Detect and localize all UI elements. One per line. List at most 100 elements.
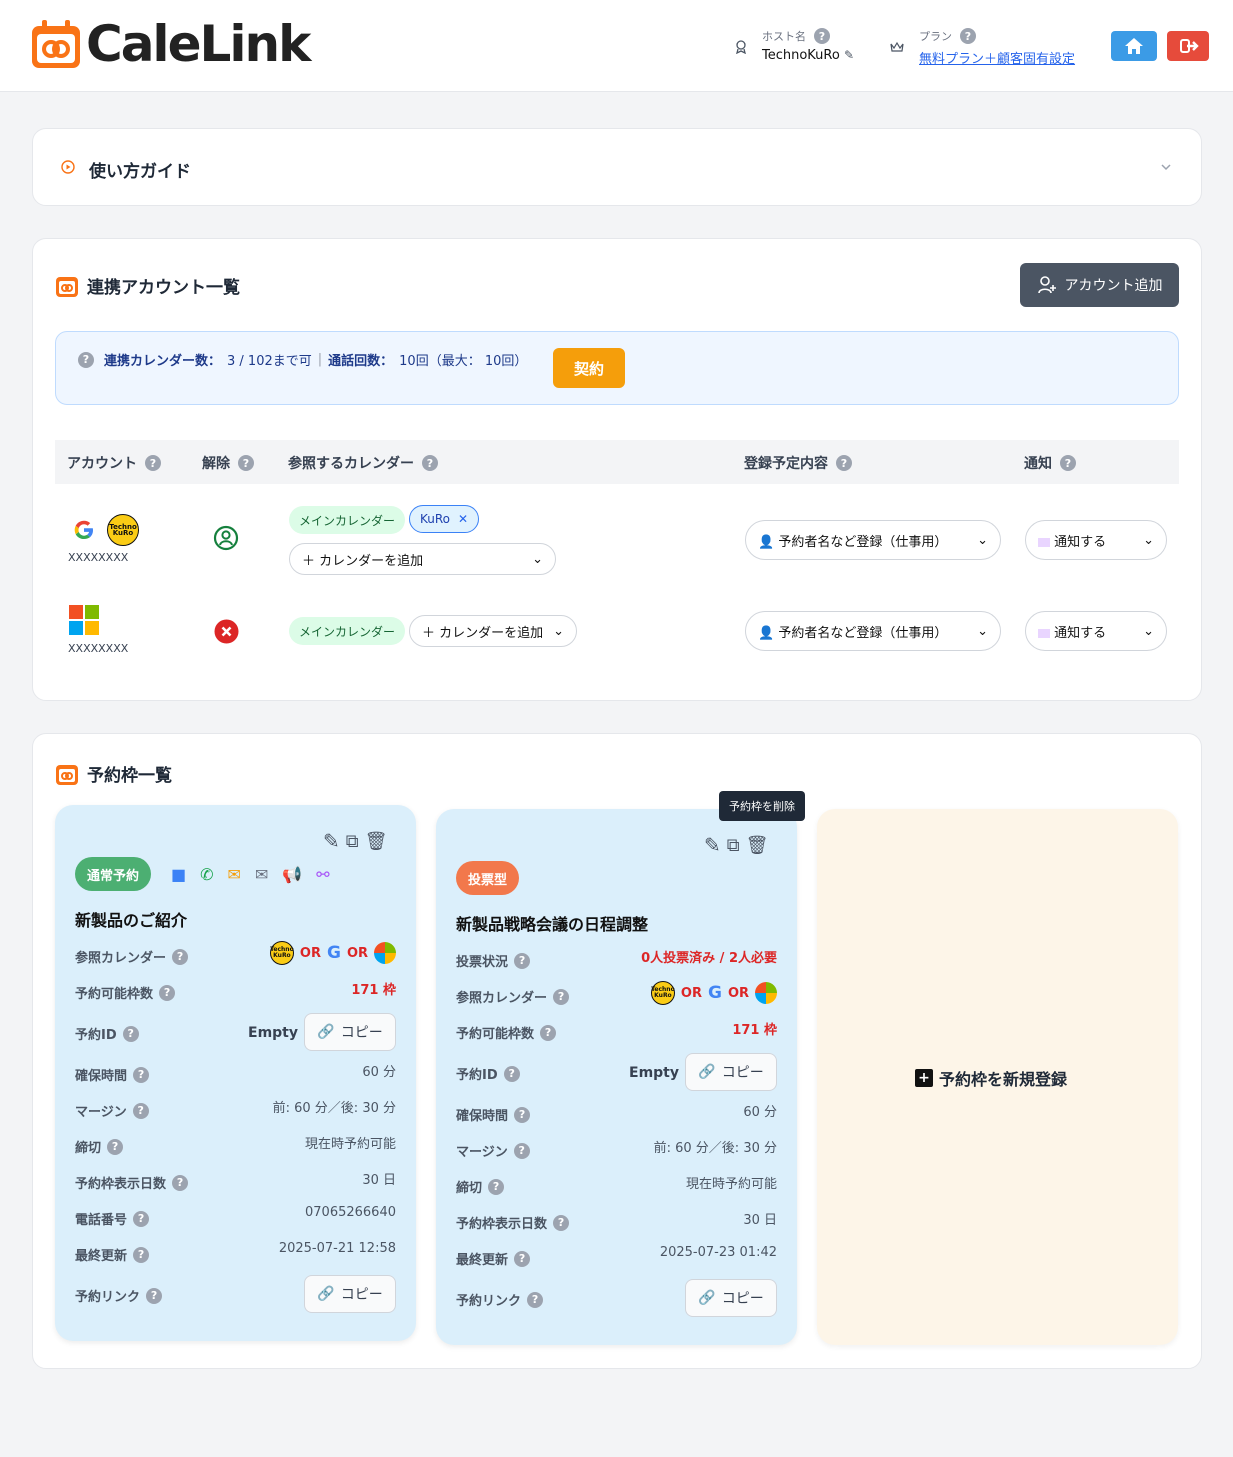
help-icon[interactable]: ? <box>159 984 176 1001</box>
megaphone-icon: 📢 <box>282 865 303 884</box>
host-info: ホスト名? TechnoKuRo ✎ <box>730 28 854 70</box>
select-value: 通知する <box>1038 531 1106 550</box>
col-notify: 通知 <box>1024 456 1052 472</box>
usage-guide-accordion[interactable]: 使い方ガイド <box>32 128 1202 206</box>
notify-select[interactable]: 通知する ⌄ <box>1025 611 1167 651</box>
help-icon[interactable]: ? <box>514 1250 531 1267</box>
google-icon <box>74 520 93 539</box>
add-calendar-select[interactable]: ＋ カレンダーを追加 ⌄ <box>289 543 556 575</box>
slots-section-title: 予約枠一覧 <box>87 766 172 786</box>
new-slot-button[interactable]: + 予約枠を新規登録 <box>915 1066 1067 1090</box>
help-icon[interactable]: ? <box>1060 455 1076 471</box>
plan-link[interactable]: 無料プラン＋顧客固有設定 <box>919 48 1075 67</box>
linked-user-icon[interactable] <box>213 525 239 553</box>
row-label-text: 締切 <box>75 1141 102 1156</box>
technokuro-logo: Techno KuRo <box>107 514 139 546</box>
duplicate-icon[interactable]: ⧉ <box>346 831 359 852</box>
slot-card: ✎ ⧉ 🗑 投票型 新製品戦略会議の日程調整 投票状況? 0人投票済み / 2人… <box>436 809 797 1345</box>
row-label-text: 最終更新 <box>456 1253 509 1268</box>
copy-id-button[interactable]: 🔗 コピー <box>304 1013 396 1051</box>
trash-icon[interactable]: 🗑 <box>365 831 388 852</box>
help-icon[interactable]: ? <box>836 455 852 471</box>
help-icon[interactable]: ? <box>553 1214 570 1231</box>
duplicate-icon[interactable]: ⧉ <box>727 835 740 856</box>
help-icon[interactable]: ? <box>133 1210 150 1227</box>
booking-id-value: Empty <box>248 1025 298 1041</box>
help-icon[interactable]: ? <box>553 988 570 1005</box>
register-value: 予約者名など登録（仕事用） <box>778 625 948 641</box>
google-icon: G <box>326 943 341 963</box>
row-label-text: 確保時間 <box>456 1109 509 1124</box>
row-label-text: 電話番号 <box>75 1213 128 1228</box>
link-icon: 🔗 <box>317 1286 335 1302</box>
help-icon[interactable]: ? <box>78 351 94 368</box>
help-icon[interactable]: ? <box>107 1138 124 1155</box>
remove-x-icon[interactable]: ✕ <box>458 512 468 526</box>
mail-icon <box>1038 537 1050 547</box>
webhook-icon: ⚯ <box>316 865 330 884</box>
logout-button[interactable] <box>1167 31 1209 61</box>
col-register: 登録予定内容 <box>744 456 828 472</box>
help-icon[interactable]: ? <box>527 1291 544 1308</box>
logo-text: CaleLink <box>86 15 311 73</box>
help-icon[interactable]: ? <box>503 1065 520 1082</box>
margin-value: 前: 60 分／後: 30 分 <box>653 1141 777 1156</box>
help-icon[interactable]: ? <box>488 1178 505 1195</box>
help-icon[interactable]: ? <box>122 1025 139 1042</box>
slot-type-badge: 通常予約 <box>75 857 152 891</box>
mail-check-icon: ✉ <box>254 865 269 884</box>
add-account-button[interactable]: アカウント追加 <box>1020 263 1179 307</box>
help-icon[interactable]: ? <box>146 1287 163 1304</box>
help-icon[interactable]: ? <box>514 1106 531 1123</box>
copy-label: コピー <box>340 1025 383 1041</box>
help-icon[interactable]: ? <box>238 455 254 471</box>
microsoft-icon <box>374 942 396 964</box>
display-days-value: 30 日 <box>743 1213 777 1228</box>
help-icon[interactable]: ? <box>133 1066 150 1083</box>
row-label-text: 予約枠表示日数 <box>456 1217 548 1232</box>
help-icon[interactable]: ? <box>513 1142 530 1159</box>
or-text: OR <box>680 985 702 1001</box>
chevron-down-icon[interactable] <box>1160 162 1172 172</box>
help-icon[interactable]: ? <box>960 28 976 44</box>
unlink-x-icon[interactable] <box>214 619 239 644</box>
edit-pencil-icon[interactable]: ✎ <box>844 48 854 62</box>
help-icon[interactable]: ? <box>172 1174 189 1191</box>
help-icon[interactable]: ? <box>514 952 531 969</box>
delete-tooltip: 予約枠を削除 <box>719 791 805 821</box>
help-icon[interactable]: ? <box>132 1102 149 1119</box>
home-button[interactable] <box>1111 31 1157 61</box>
row-label-text: 予約可能枠数 <box>75 987 154 1002</box>
help-icon[interactable]: ? <box>133 1246 150 1263</box>
edit-pencil-icon[interactable]: ✎ <box>323 829 340 853</box>
help-icon[interactable]: ? <box>814 28 830 44</box>
col-account: アカウント <box>67 456 137 472</box>
app-logo[interactable]: CaleLink <box>30 15 311 73</box>
slot-title: 新製品のご紹介 <box>75 911 188 930</box>
calendar-tag-main: メインカレンダー <box>289 506 406 534</box>
copy-link-button[interactable]: 🔗 コピー <box>685 1279 777 1317</box>
copy-label: コピー <box>721 1291 764 1307</box>
help-icon[interactable]: ? <box>540 1024 557 1041</box>
copy-id-button[interactable]: 🔗 コピー <box>685 1053 777 1091</box>
register-content-select[interactable]: 👤 予約者名など登録（仕事用） ⌄ <box>745 611 1001 651</box>
microsoft-icon <box>755 982 777 1004</box>
copy-link-button[interactable]: 🔗 コピー <box>304 1275 396 1313</box>
trash-icon[interactable]: 🗑 <box>746 835 769 856</box>
select-value: ＋ カレンダーを追加 <box>422 625 544 641</box>
contract-button[interactable]: 契約 <box>553 348 625 388</box>
edit-pencil-icon[interactable]: ✎ <box>704 833 721 857</box>
guide-title: 使い方ガイド <box>89 162 191 182</box>
select-value: 👤 予約者名など登録（仕事用） <box>758 622 947 641</box>
crown-icon <box>890 41 904 52</box>
link-icon: 🔗 <box>698 1064 716 1080</box>
notify-value: 通知する <box>1054 625 1107 641</box>
notify-select[interactable]: 通知する ⌄ <box>1025 520 1167 560</box>
calelink-logo-icon <box>32 20 80 68</box>
help-icon[interactable]: ? <box>145 455 161 471</box>
add-calendar-select[interactable]: ＋ カレンダーを追加 ⌄ <box>409 615 577 647</box>
register-content-select[interactable]: 👤 予約者名など登録（仕事用） ⌄ <box>745 520 1001 560</box>
row-label-text: 予約リンク <box>75 1290 141 1305</box>
help-icon[interactable]: ? <box>422 455 438 471</box>
help-icon[interactable]: ? <box>172 948 189 965</box>
